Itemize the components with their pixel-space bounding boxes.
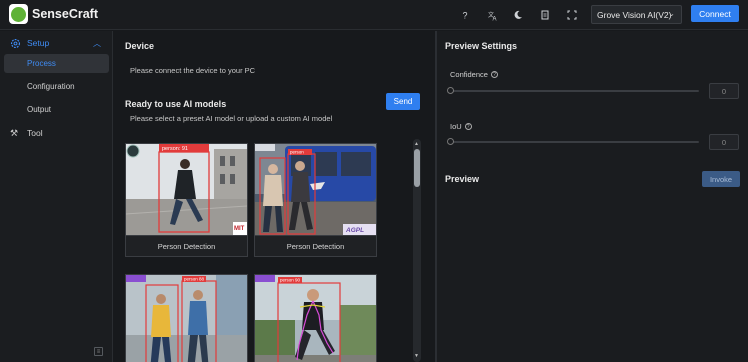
sidebar-item-process[interactable]: Process <box>4 54 109 73</box>
iou-label-text: IoU <box>450 122 462 131</box>
box-label: person 88 <box>184 277 205 282</box>
device-select-value: Grove Vision AI(V2) <box>597 9 672 20</box>
iou-slider-track[interactable] <box>451 141 699 143</box>
device-message: Please connect the device to your PC <box>130 66 256 75</box>
invoke-button[interactable]: Invoke <box>702 171 740 187</box>
preview-panel: Preview Settings Confidence? 0 IoU? 0 Pr… <box>437 31 748 362</box>
model-thumbnail: person AGPL <box>255 144 376 235</box>
svg-text:A: A <box>492 16 496 21</box>
preview-title: Preview <box>445 174 480 184</box>
info-icon: ? <box>464 123 472 130</box>
box-label: person 90 <box>280 278 301 283</box>
sidebar-group-label: Setup <box>27 38 50 48</box>
dark-mode-icon[interactable] <box>510 7 526 23</box>
confidence-label-text: Confidence <box>450 70 488 79</box>
preview-settings-title: Preview Settings <box>445 41 518 51</box>
wrench-icon: ⚒ <box>10 128 19 138</box>
models-title: Ready to use AI models <box>125 99 227 109</box>
confidence-label: Confidence? <box>450 70 498 79</box>
main-panel: Device Please connect the device to your… <box>113 31 435 362</box>
model-card[interactable]: person: 91 MIT Person Detection <box>125 143 248 257</box>
info-icon: ? <box>490 71 498 78</box>
box-label: person: 91 <box>162 146 188 152</box>
iou-label: IoU? <box>450 122 472 131</box>
confidence-input[interactable]: 0 <box>709 83 739 99</box>
sidebar-item-output[interactable]: Output <box>4 100 109 119</box>
send-button[interactable]: Send <box>386 93 420 110</box>
confidence-slider-handle[interactable] <box>447 87 454 94</box>
brand-name: SenseCraft <box>32 7 98 21</box>
help-icon[interactable]: ? <box>457 7 473 23</box>
scroll-up-icon[interactable]: ▲ <box>414 141 419 147</box>
sensecraft-logo <box>9 4 28 24</box>
scrollbar-thumb[interactable] <box>414 149 420 187</box>
fullscreen-icon[interactable] <box>564 7 580 23</box>
svg-text:?: ? <box>462 11 467 21</box>
sidebar-item-configuration[interactable]: Configuration <box>4 77 109 96</box>
sidebar-group-setup[interactable]: Setup ︿ <box>0 34 113 54</box>
sidebar-item-label: Tool <box>27 128 43 138</box>
sidebar: Setup ︿ Process Configuration Output ⚒ T… <box>0 31 113 362</box>
model-card[interactable]: person 90 <box>254 274 377 362</box>
model-card[interactable]: person 88 <box>125 274 248 362</box>
model-name: Person Detection <box>255 235 376 256</box>
license-badge: AGPL <box>345 227 364 234</box>
connect-button[interactable]: Connect <box>691 5 739 22</box>
model-card[interactable]: person AGPL Person Detection <box>254 143 377 257</box>
collapse-sidebar-button[interactable]: ≡ <box>94 347 103 356</box>
device-select[interactable]: Grove Vision AI(V2) ⌄ <box>591 5 682 24</box>
gear-icon <box>10 38 21 49</box>
translate-icon[interactable]: 文A <box>484 7 500 23</box>
top-bar: SenseCraft ? 文A Grove Vision AI(V2) ⌄ Co… <box>0 0 748 30</box>
iou-slider-handle[interactable] <box>447 138 454 145</box>
iou-input[interactable]: 0 <box>709 134 739 150</box>
model-thumbnail: person 88 <box>126 275 247 362</box>
models-subtitle: Please select a preset AI model or uploa… <box>130 114 333 123</box>
license-badge: MIT <box>234 226 245 232</box>
chevron-down-icon: ⌄ <box>668 9 675 18</box>
chevron-up-icon: ︿ <box>93 39 101 48</box>
document-icon[interactable] <box>537 7 553 23</box>
confidence-slider-track[interactable] <box>451 90 699 92</box>
sidebar-item-tool[interactable]: ⚒ Tool <box>0 124 113 143</box>
scroll-down-icon[interactable]: ▼ <box>414 353 419 359</box>
model-name: Person Detection <box>126 235 247 256</box>
model-thumbnail: person: 91 MIT <box>126 144 247 235</box>
box-label: person <box>290 150 304 155</box>
device-title: Device <box>125 41 155 51</box>
model-thumbnail: person 90 <box>255 275 376 362</box>
